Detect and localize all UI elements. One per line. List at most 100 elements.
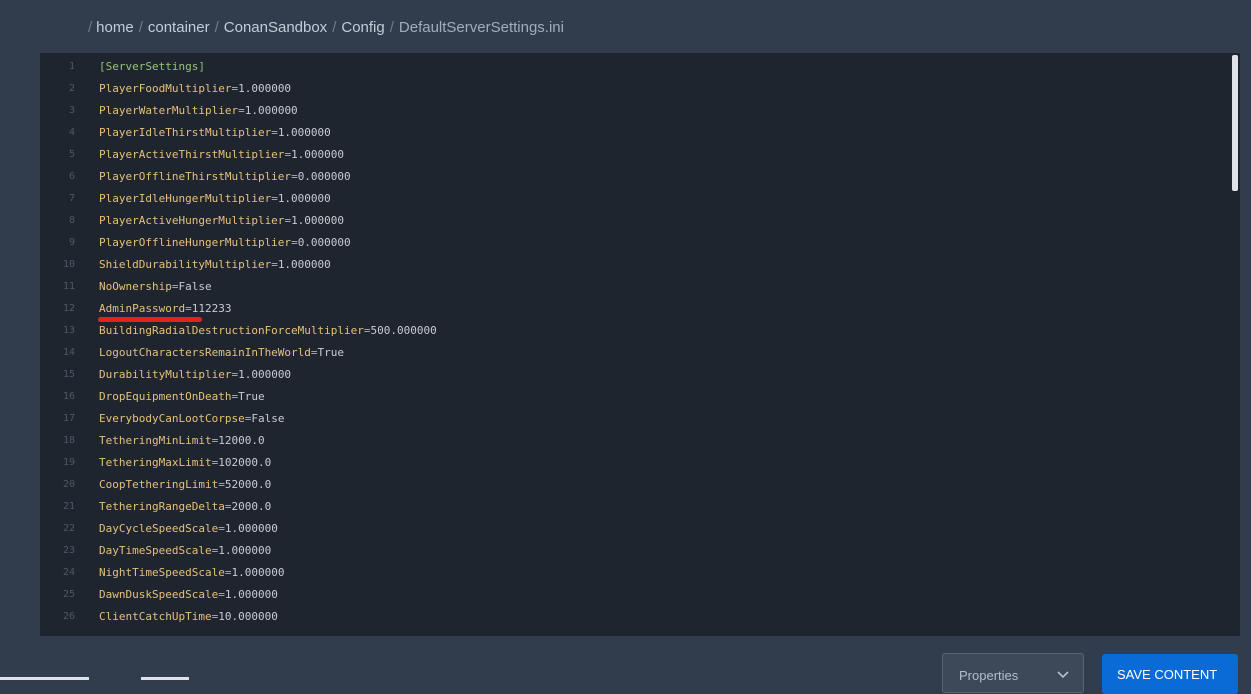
code-line[interactable]: 21 TetheringRangeDelta=2000.0 xyxy=(40,496,1240,518)
setting-key: PlayerOfflineThirstMultiplier xyxy=(99,170,292,183)
line-number: 23 xyxy=(62,545,75,556)
line-number: 17 xyxy=(62,413,75,424)
code-text: DayCycleSpeedScale=1.000000 xyxy=(99,518,278,540)
setting-value: 1.000000 xyxy=(238,82,292,95)
setting-key: DayCycleSpeedScale xyxy=(99,522,219,535)
setting-key: NoOwnership xyxy=(99,280,172,293)
code-editor[interactable]: 1 [ServerSettings] 2 PlayerFoodMultiplier… xyxy=(40,53,1240,636)
setting-key: PlayerActiveThirstMultiplier xyxy=(99,148,285,161)
code-line[interactable]: 8 PlayerActiveHungerMultiplier=1.000000 xyxy=(40,210,1240,232)
equals-sign: = xyxy=(185,302,192,315)
code-line[interactable]: 11 NoOwnership=False xyxy=(40,276,1240,298)
code-text: PlayerWaterMultiplier=1.000000 xyxy=(99,100,298,122)
code-line[interactable]: 25 DawnDuskSpeedScale=1.000000 xyxy=(40,584,1240,606)
line-number: 1 xyxy=(68,61,75,72)
setting-key: PlayerOfflineHungerMultiplier xyxy=(99,236,292,249)
section-header: [ServerSettings] xyxy=(99,60,205,73)
setting-key: AdminPassword xyxy=(99,302,186,315)
line-number: 26 xyxy=(62,611,75,622)
equals-sign: = xyxy=(271,126,278,139)
line-number: 10 xyxy=(62,259,75,270)
equals-sign: = xyxy=(291,170,298,183)
code-text: ShieldDurabilityMultiplier=1.000000 xyxy=(99,254,331,276)
code-text: PlayerIdleThirstMultiplier=1.000000 xyxy=(99,122,331,144)
code-line[interactable]: 5 PlayerActiveThirstMultiplier=1.000000 xyxy=(40,144,1240,166)
code-text: PlayerFoodMultiplier=1.000000 xyxy=(99,78,291,100)
setting-key: DurabilityMultiplier xyxy=(99,368,232,381)
setting-key: DayTimeSpeedScale xyxy=(99,544,212,557)
code-line[interactable]: 22 DayCycleSpeedScale=1.000000 xyxy=(40,518,1240,540)
line-number: 8 xyxy=(68,215,75,226)
line-number: 3 xyxy=(68,105,75,116)
setting-key: PlayerIdleHungerMultiplier xyxy=(99,192,272,205)
code-line[interactable]: 1 [ServerSettings] xyxy=(40,56,1240,78)
breadcrumb-separator: / xyxy=(389,18,394,36)
code-line[interactable]: 23 DayTimeSpeedScale=1.000000 xyxy=(40,540,1240,562)
code-line[interactable]: 9 PlayerOfflineHungerMultiplier=0.000000 xyxy=(40,232,1240,254)
line-number: 22 xyxy=(62,523,75,534)
setting-value: 0.000000 xyxy=(297,236,351,249)
breadcrumb-separator: / xyxy=(88,18,93,36)
code-line[interactable]: 24 NightTimeSpeedScale=1.000000 xyxy=(40,562,1240,584)
code-line[interactable]: 4 PlayerIdleThirstMultiplier=1.000000 xyxy=(40,122,1240,144)
scrollbar-thumb[interactable] xyxy=(1232,55,1238,191)
code-line[interactable]: 20 CoopTetheringLimit=52000.0 xyxy=(40,474,1240,496)
code-line[interactable]: 16 DropEquipmentOnDeath=True xyxy=(40,386,1240,408)
password-highlight-underline xyxy=(98,317,202,322)
code-text: NoOwnership=False xyxy=(99,276,212,298)
code-line[interactable]: 10 ShieldDurabilityMultiplier=1.000000 xyxy=(40,254,1240,276)
breadcrumb-separator: / xyxy=(138,18,143,36)
setting-value: 1.000000 xyxy=(277,192,331,205)
code-text: PlayerOfflineThirstMultiplier=0.000000 xyxy=(99,166,351,188)
editor-lines[interactable]: 1 [ServerSettings] 2 PlayerFoodMultiplier… xyxy=(40,56,1240,628)
save-content-button[interactable]: SAVE CONTENT xyxy=(1102,654,1238,694)
code-line[interactable]: 19 TetheringMaxLimit=102000.0 xyxy=(40,452,1240,474)
code-line[interactable]: 17 EverybodyCanLootCorpse=False xyxy=(40,408,1240,430)
setting-key: BuildingRadialDestructionForceMultiplier xyxy=(99,324,364,337)
breadcrumb-item-conansandbox[interactable]: ConanSandbox xyxy=(224,19,327,36)
code-line[interactable]: 2 PlayerFoodMultiplier=1.000000 xyxy=(40,78,1240,100)
code-text: EverybodyCanLootCorpse=False xyxy=(99,408,284,430)
setting-key: DawnDuskSpeedScale xyxy=(99,588,219,601)
setting-value: 1.000000 xyxy=(224,588,278,601)
properties-dropdown[interactable]: Properties xyxy=(942,653,1084,693)
breadcrumb-item-container[interactable]: container xyxy=(148,19,210,36)
code-text: BuildingRadialDestructionForceMultiplier… xyxy=(99,320,437,342)
setting-value: 2000.0 xyxy=(231,500,272,513)
line-number: 15 xyxy=(62,369,75,380)
line-number: 24 xyxy=(62,567,75,578)
setting-key: NightTimeSpeedScale xyxy=(99,566,225,579)
code-text: DawnDuskSpeedScale=1.000000 xyxy=(99,584,278,606)
setting-value: 1.000000 xyxy=(224,522,278,535)
setting-value: 1.000000 xyxy=(291,214,345,227)
setting-value: 1.000000 xyxy=(238,368,292,381)
code-line[interactable]: 15 DurabilityMultiplier=1.000000 xyxy=(40,364,1240,386)
code-line[interactable]: 18 TetheringMinLimit=12000.0 xyxy=(40,430,1240,452)
code-text: NightTimeSpeedScale=1.000000 xyxy=(99,562,284,584)
breadcrumb-item-config[interactable]: Config xyxy=(341,19,384,36)
line-number: 5 xyxy=(68,149,75,160)
code-line[interactable]: 6 PlayerOfflineThirstMultiplier=0.000000 xyxy=(40,166,1240,188)
setting-value: 1.000000 xyxy=(244,104,298,117)
code-line[interactable]: 14 LogoutCharactersRemainInTheWorld=True xyxy=(40,342,1240,364)
setting-value: 0.000000 xyxy=(297,170,351,183)
breadcrumb-item-home[interactable]: home xyxy=(96,19,134,36)
code-line[interactable]: 7 PlayerIdleHungerMultiplier=1.000000 xyxy=(40,188,1240,210)
line-number: 20 xyxy=(62,479,75,490)
line-number: 4 xyxy=(68,127,75,138)
code-line[interactable]: 26 ClientCatchUpTime=10.000000 xyxy=(40,606,1240,628)
chevron-down-icon xyxy=(1057,671,1069,679)
code-line[interactable]: 12 AdminPassword=112233 xyxy=(40,298,1240,320)
editor-scrollbar[interactable] xyxy=(1232,53,1238,636)
setting-key: DropEquipmentOnDeath xyxy=(99,390,232,403)
equals-sign: = xyxy=(238,104,245,117)
setting-key: PlayerIdleThirstMultiplier xyxy=(99,126,272,139)
code-line[interactable]: 13 BuildingRadialDestructionForceMultipli… xyxy=(40,320,1240,342)
line-number: 7 xyxy=(68,193,75,204)
setting-key: PlayerWaterMultiplier xyxy=(99,104,239,117)
properties-label: Properties xyxy=(959,668,1019,683)
setting-value: 1.000000 xyxy=(218,544,272,557)
code-line[interactable]: 3 PlayerWaterMultiplier=1.000000 xyxy=(40,100,1240,122)
code-text: TetheringRangeDelta=2000.0 xyxy=(99,496,271,518)
breadcrumb-item-current-file: DefaultServerSettings.ini xyxy=(398,18,564,36)
